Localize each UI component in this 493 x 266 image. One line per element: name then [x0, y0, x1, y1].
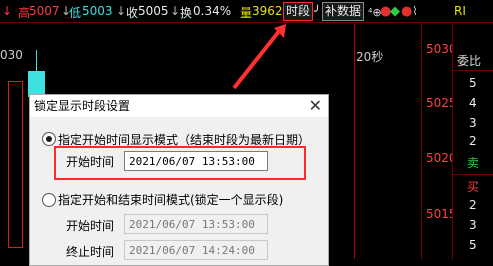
- candle-wick: [36, 50, 37, 71]
- close-icon[interactable]: ✕: [309, 95, 322, 117]
- order-number: 2: [469, 198, 477, 212]
- turnover-value: 0.34%: [193, 4, 232, 18]
- end-time-input[interactable]: [124, 240, 268, 260]
- order-number: 5: [469, 238, 477, 252]
- cursor-line: [354, 24, 355, 259]
- order-ratio-label: 委比: [457, 54, 482, 68]
- arrow-down-icon: ↓: [2, 4, 13, 18]
- start-time-input[interactable]: [124, 151, 268, 171]
- ri-label: RI: [454, 4, 466, 18]
- period-button[interactable]: 时段: [283, 2, 314, 21]
- green-diamond-icon[interactable]: ◆: [390, 4, 400, 19]
- order-number: 3: [469, 218, 477, 232]
- order-book-panel: 委比 5 4 3 2 卖 买 2 3 5: [452, 24, 493, 259]
- lock-period-dialog: 锁定显示时段设置 ✕ 指定开始时间显示模式（结束时段为最新日期） 开始时间 指定…: [29, 94, 329, 266]
- dialog-titlebar: 锁定显示时段设置 ✕: [30, 95, 328, 117]
- start-time-label: 开始时间: [66, 155, 115, 169]
- turnover-label: 换: [180, 6, 193, 20]
- order-number: 2: [469, 134, 477, 148]
- volume-bar-outline: [8, 81, 23, 248]
- fill-data-button[interactable]: 补数据: [322, 2, 365, 21]
- high-value: 5007: [29, 4, 60, 18]
- range-start-time-label: 开始时间: [66, 219, 115, 233]
- menu-icon[interactable]: ⌇: [412, 4, 418, 18]
- low-value: 5003: [82, 4, 113, 18]
- order-number: 5: [469, 76, 477, 90]
- dialog-title: 锁定显示时段设置: [34, 99, 131, 113]
- red-dot-icon[interactable]: ●: [401, 4, 412, 19]
- order-number: 3: [469, 116, 477, 130]
- volume-label: 量: [240, 6, 253, 20]
- annotation-arrow-icon: [232, 24, 286, 90]
- mode-start-radio[interactable]: [42, 132, 56, 146]
- price-axis-line: [421, 24, 422, 259]
- buy-label: 买: [467, 180, 480, 194]
- mode-range-label[interactable]: 指定开始和结束时间模式(锁定一个显示段): [58, 191, 283, 208]
- close-value: 5005: [138, 4, 169, 18]
- close-label: 收: [126, 6, 139, 20]
- divider-icon: ╯: [314, 5, 321, 18]
- low-label: 低: [69, 6, 82, 20]
- order-number: 4: [469, 96, 477, 110]
- volume-value: 3962: [252, 4, 283, 18]
- top-left-value: 030: [0, 48, 23, 62]
- seconds-label: 20秒: [356, 50, 384, 64]
- sell-label: 卖: [467, 156, 480, 170]
- range-start-time-input[interactable]: [124, 214, 268, 234]
- end-time-label: 终止时间: [66, 245, 115, 259]
- mode-range-radio[interactable]: [42, 193, 56, 207]
